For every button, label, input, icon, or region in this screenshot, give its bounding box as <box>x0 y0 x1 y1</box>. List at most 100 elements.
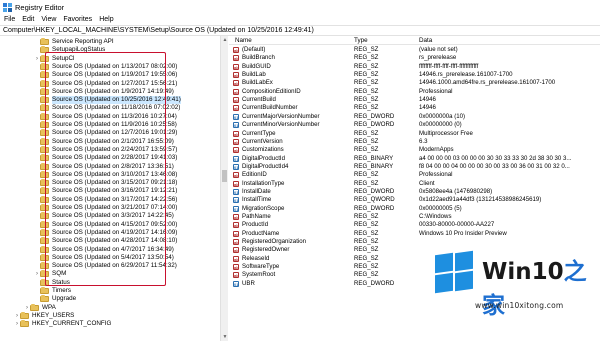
column-type[interactable]: Type <box>354 37 368 44</box>
value-row[interactable]: ab BuildLab REG_SZ 14946.rs_prerelease.1610… <box>229 71 600 79</box>
value-type: REG_SZ <box>354 263 379 271</box>
string-value-icon: ab <box>233 55 239 62</box>
value-name: (Default) <box>242 46 266 53</box>
value-row[interactable]: 01 DigitalProductId4 REG_BINARY f8 04 00 00… <box>229 163 600 171</box>
value-type: REG_QWORD <box>354 196 395 204</box>
value-type: REG_SZ <box>354 229 379 237</box>
folder-icon <box>20 311 29 319</box>
scroll-thumb[interactable] <box>222 170 227 182</box>
tree-item[interactable]: Service Reporting API <box>34 38 114 46</box>
value-name: Customizations <box>242 146 284 154</box>
value-row[interactable]: ab RegisteredOrganization REG_SZ <box>229 238 600 246</box>
column-name[interactable]: Name <box>235 37 252 44</box>
tree-item-label: Service Reporting API <box>52 38 114 45</box>
values-header: Name Type Data <box>229 36 600 45</box>
value-name: CurrentMajorVersionNumber <box>242 112 320 120</box>
value-data: ffffffff-ffff-ffff-ffff-ffffffffffff <box>419 62 479 70</box>
tree-item[interactable]: Timers <box>34 287 71 295</box>
folder-icon <box>40 295 49 303</box>
value-name: ReleaseId <box>242 254 270 262</box>
value-row[interactable]: ab InstallationType REG_SZ Client <box>229 180 600 188</box>
value-data: 6.3 <box>419 137 428 145</box>
value-type: REG_SZ <box>354 146 379 154</box>
value-data: 00330-80000-00000-AA227 <box>419 221 495 229</box>
value-name: MigrationScope <box>242 204 285 212</box>
value-row[interactable]: ab CompositionEditionID REG_SZ Professional <box>229 88 600 96</box>
tree-item[interactable]: Upgrade <box>34 295 76 303</box>
value-name: CurrentBuildNumber <box>242 104 298 112</box>
value-name: SoftwareType <box>242 263 280 271</box>
value-row[interactable]: ab CurrentBuildNumber REG_SZ 14946 <box>229 104 600 112</box>
value-row[interactable]: ab BuildGUID REG_SZ ffffffff-ffff-ffff-ffff… <box>229 63 600 71</box>
value-type: REG_SZ <box>354 46 379 53</box>
value-type: REG_DWORD <box>354 121 395 129</box>
value-row[interactable]: 01 InstallDate REG_DWORD 0x5808ee4a (147698… <box>229 188 600 196</box>
value-name: CurrentBuild <box>242 96 276 104</box>
value-row[interactable]: ab PathName REG_SZ C:\Windows <box>229 213 600 221</box>
value-name: RegisteredOwner <box>242 246 290 254</box>
tree-item-label: Upgrade <box>52 295 77 303</box>
value-row[interactable]: ab CurrentType REG_SZ Multiprocessor Free <box>229 130 600 138</box>
windows-logo-icon <box>435 250 475 294</box>
string-value-icon: ab <box>233 138 239 145</box>
tree-item[interactable]: › WPA <box>24 303 56 312</box>
scroll-down-icon[interactable]: ▼ <box>221 333 229 341</box>
value-name: ProductId <box>242 221 269 229</box>
value-row[interactable]: ab CurrentVersion REG_SZ 6.3 <box>229 138 600 146</box>
menu-favorites[interactable]: Favorites <box>63 16 92 23</box>
tree-item-label: Timers <box>52 287 72 294</box>
value-type: REG_SZ <box>354 62 379 70</box>
value-type: REG_DWORD <box>354 204 395 212</box>
binary-value-icon: 01 <box>233 205 239 212</box>
value-row[interactable]: ab BuildLabEx REG_SZ 14946.1000.amd64fre.rs… <box>229 79 600 87</box>
value-data: 0x00000005 (5) <box>419 204 462 212</box>
value-row[interactable]: ab EditionID REG_SZ Professional <box>229 171 600 179</box>
value-name: UBR <box>242 279 255 287</box>
binary-value-icon: 01 <box>233 155 239 162</box>
value-data: C:\Windows <box>419 213 452 220</box>
value-row[interactable]: ab Customizations REG_SZ ModernApps <box>229 146 600 154</box>
string-value-icon: ab <box>233 97 239 104</box>
column-data[interactable]: Data <box>419 37 432 44</box>
value-row[interactable]: ab ProductId REG_SZ 00330-80000-00000-AA227 <box>229 221 600 229</box>
string-value-icon: ab <box>233 105 239 112</box>
value-name: RegisteredOrganization <box>242 238 307 246</box>
watermark-url: www.win10xitong.com <box>475 301 564 310</box>
binary-value-icon: 01 <box>233 280 239 287</box>
menu-help[interactable]: Help <box>99 16 113 23</box>
binary-value-icon: 01 <box>233 197 239 204</box>
string-value-icon: ab <box>233 255 239 262</box>
tree-item[interactable]: › HKEY_USERS <box>14 311 74 320</box>
value-type: REG_DWORD <box>354 187 395 195</box>
value-row[interactable]: 01 CurrentMinorVersionNumber REG_DWORD 0x00… <box>229 121 600 129</box>
tree-scrollbar[interactable]: ▲ ▼ <box>220 36 228 341</box>
value-row[interactable]: ab (Default) REG_SZ (value not set) <box>229 46 600 54</box>
value-row[interactable]: ab CurrentBuild REG_SZ 14946 <box>229 96 600 104</box>
value-row[interactable]: 01 DigitalProductId REG_BINARY a4 00 00 00 … <box>229 155 600 163</box>
string-value-icon: ab <box>233 63 239 70</box>
string-value-icon: ab <box>233 172 239 179</box>
value-data: Multiprocessor Free <box>419 129 473 137</box>
menu-edit[interactable]: Edit <box>22 16 34 23</box>
value-name: DigitalProductId <box>242 154 286 162</box>
tree-item[interactable]: › HKEY_CURRENT_CONFIG <box>14 320 111 328</box>
binary-value-icon: 01 <box>233 113 239 120</box>
value-name: ProductName <box>242 229 280 237</box>
value-type: REG_SZ <box>354 254 379 262</box>
value-name: PathName <box>242 213 271 220</box>
value-row[interactable]: 01 CurrentMajorVersionNumber REG_DWORD 0x00… <box>229 113 600 121</box>
scroll-up-icon[interactable]: ▲ <box>221 36 229 44</box>
menu-view[interactable]: View <box>41 16 56 23</box>
address-bar[interactable]: Computer\HKEY_LOCAL_MACHINE\SYSTEM\Setup… <box>0 25 600 36</box>
value-row[interactable]: 01 InstallTime REG_QWORD 0x1d22aed91a44df3 … <box>229 196 600 204</box>
value-data: Windows 10 Pro Insider Preview <box>419 229 507 237</box>
value-row[interactable]: ab ProductName REG_SZ Windows 10 Pro Inside… <box>229 230 600 238</box>
string-value-icon: ab <box>233 230 239 237</box>
window-title: Registry Editor <box>15 2 65 12</box>
value-row[interactable]: 01 MigrationScope REG_DWORD 0x00000005 (5) <box>229 205 600 213</box>
menu-file[interactable]: File <box>4 16 15 23</box>
value-data: a4 00 00 00 03 00 00 00 30 30 33 33 30 2… <box>419 154 572 162</box>
value-row[interactable]: ab BuildBranch REG_SZ rs_prerelease <box>229 54 600 62</box>
value-name: BuildGUID <box>242 62 271 70</box>
value-data: (value not set) <box>419 46 458 53</box>
